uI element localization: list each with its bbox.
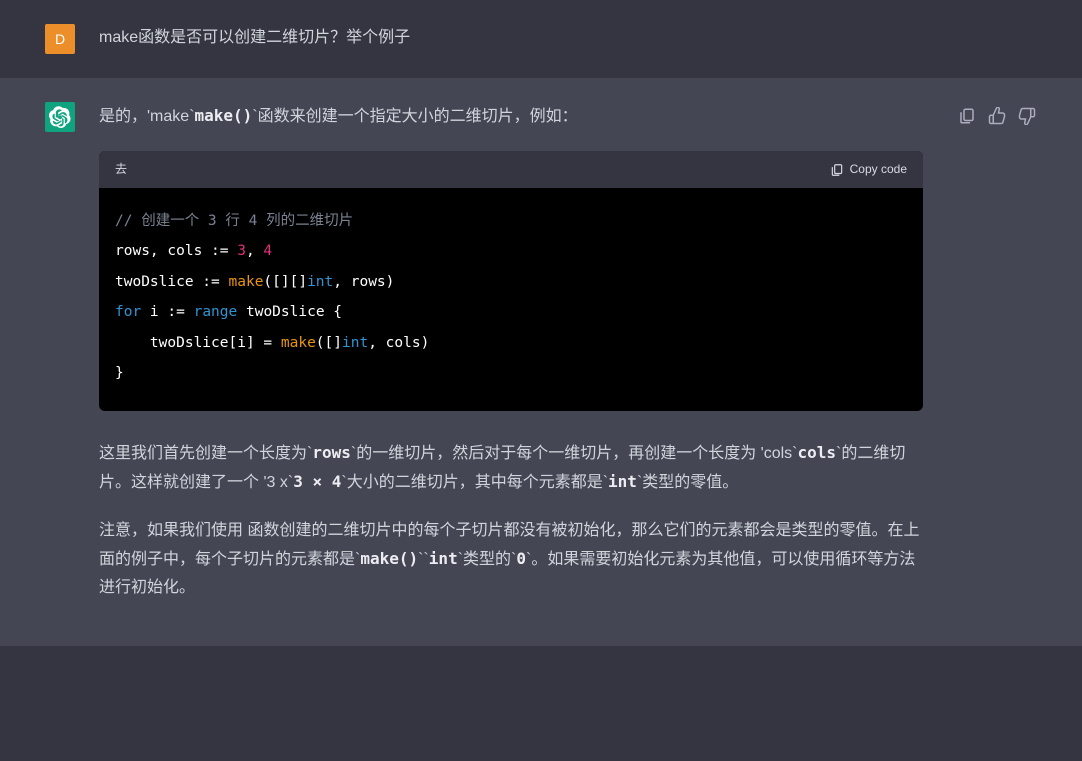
inline-code: cols bbox=[798, 443, 837, 462]
user-avatar-letter: D bbox=[55, 27, 65, 52]
copy-code-label: Copy code bbox=[850, 159, 907, 180]
user-message: make函数是否可以创建二维切片？举个例子 bbox=[99, 24, 1037, 54]
inline-code: int bbox=[608, 472, 637, 491]
code-block: 去 Copy code // 创建一个 3 行 4 列的二维切片 rows, c… bbox=[99, 151, 923, 411]
inline-code: 0 bbox=[516, 549, 526, 568]
assistant-paragraph-3: 注意，如果我们使用 函数创建的二维切片中的每个子切片都没有被初始化，那么它们的元… bbox=[99, 517, 923, 602]
copy-code-button[interactable]: Copy code bbox=[830, 159, 907, 180]
code-content: // 创建一个 3 行 4 列的二维切片 rows, cols := 3, 4 … bbox=[99, 188, 923, 411]
thumbs-up-button[interactable] bbox=[987, 106, 1007, 126]
thumbs-down-icon bbox=[1018, 107, 1036, 125]
clipboard-icon bbox=[958, 107, 976, 125]
user-message-text: make函数是否可以创建二维切片？举个例子 bbox=[99, 24, 1027, 52]
copy-message-button[interactable] bbox=[957, 106, 977, 126]
thumbs-down-button[interactable] bbox=[1017, 106, 1037, 126]
inline-code: rows bbox=[312, 443, 351, 462]
inline-code: make() bbox=[195, 106, 253, 125]
code-header: 去 Copy code bbox=[99, 151, 923, 188]
assistant-intro: 是的，'make`make()`函数来创建一个指定大小的二维切片，例如： bbox=[99, 102, 923, 131]
assistant-avatar bbox=[45, 102, 75, 132]
assistant-paragraph-2: 这里我们首先创建一个长度为`rows`的一维切片，然后对于每个一维切片，再创建一… bbox=[99, 439, 923, 497]
user-avatar: D bbox=[45, 24, 75, 54]
thumbs-up-icon bbox=[988, 107, 1006, 125]
user-turn: D make函数是否可以创建二维切片？举个例子 bbox=[0, 0, 1082, 78]
inline-code: 3 × 4 bbox=[293, 472, 341, 491]
assistant-message: 是的，'make`make()`函数来创建一个指定大小的二维切片，例如： 去 C… bbox=[99, 102, 933, 622]
openai-logo-icon bbox=[49, 106, 71, 128]
clipboard-icon bbox=[830, 163, 844, 177]
message-actions bbox=[957, 102, 1037, 622]
inline-code: make() bbox=[360, 549, 418, 568]
assistant-turn: 是的，'make`make()`函数来创建一个指定大小的二维切片，例如： 去 C… bbox=[0, 78, 1082, 646]
code-language-label: 去 bbox=[115, 159, 127, 180]
inline-code: int bbox=[429, 549, 458, 568]
